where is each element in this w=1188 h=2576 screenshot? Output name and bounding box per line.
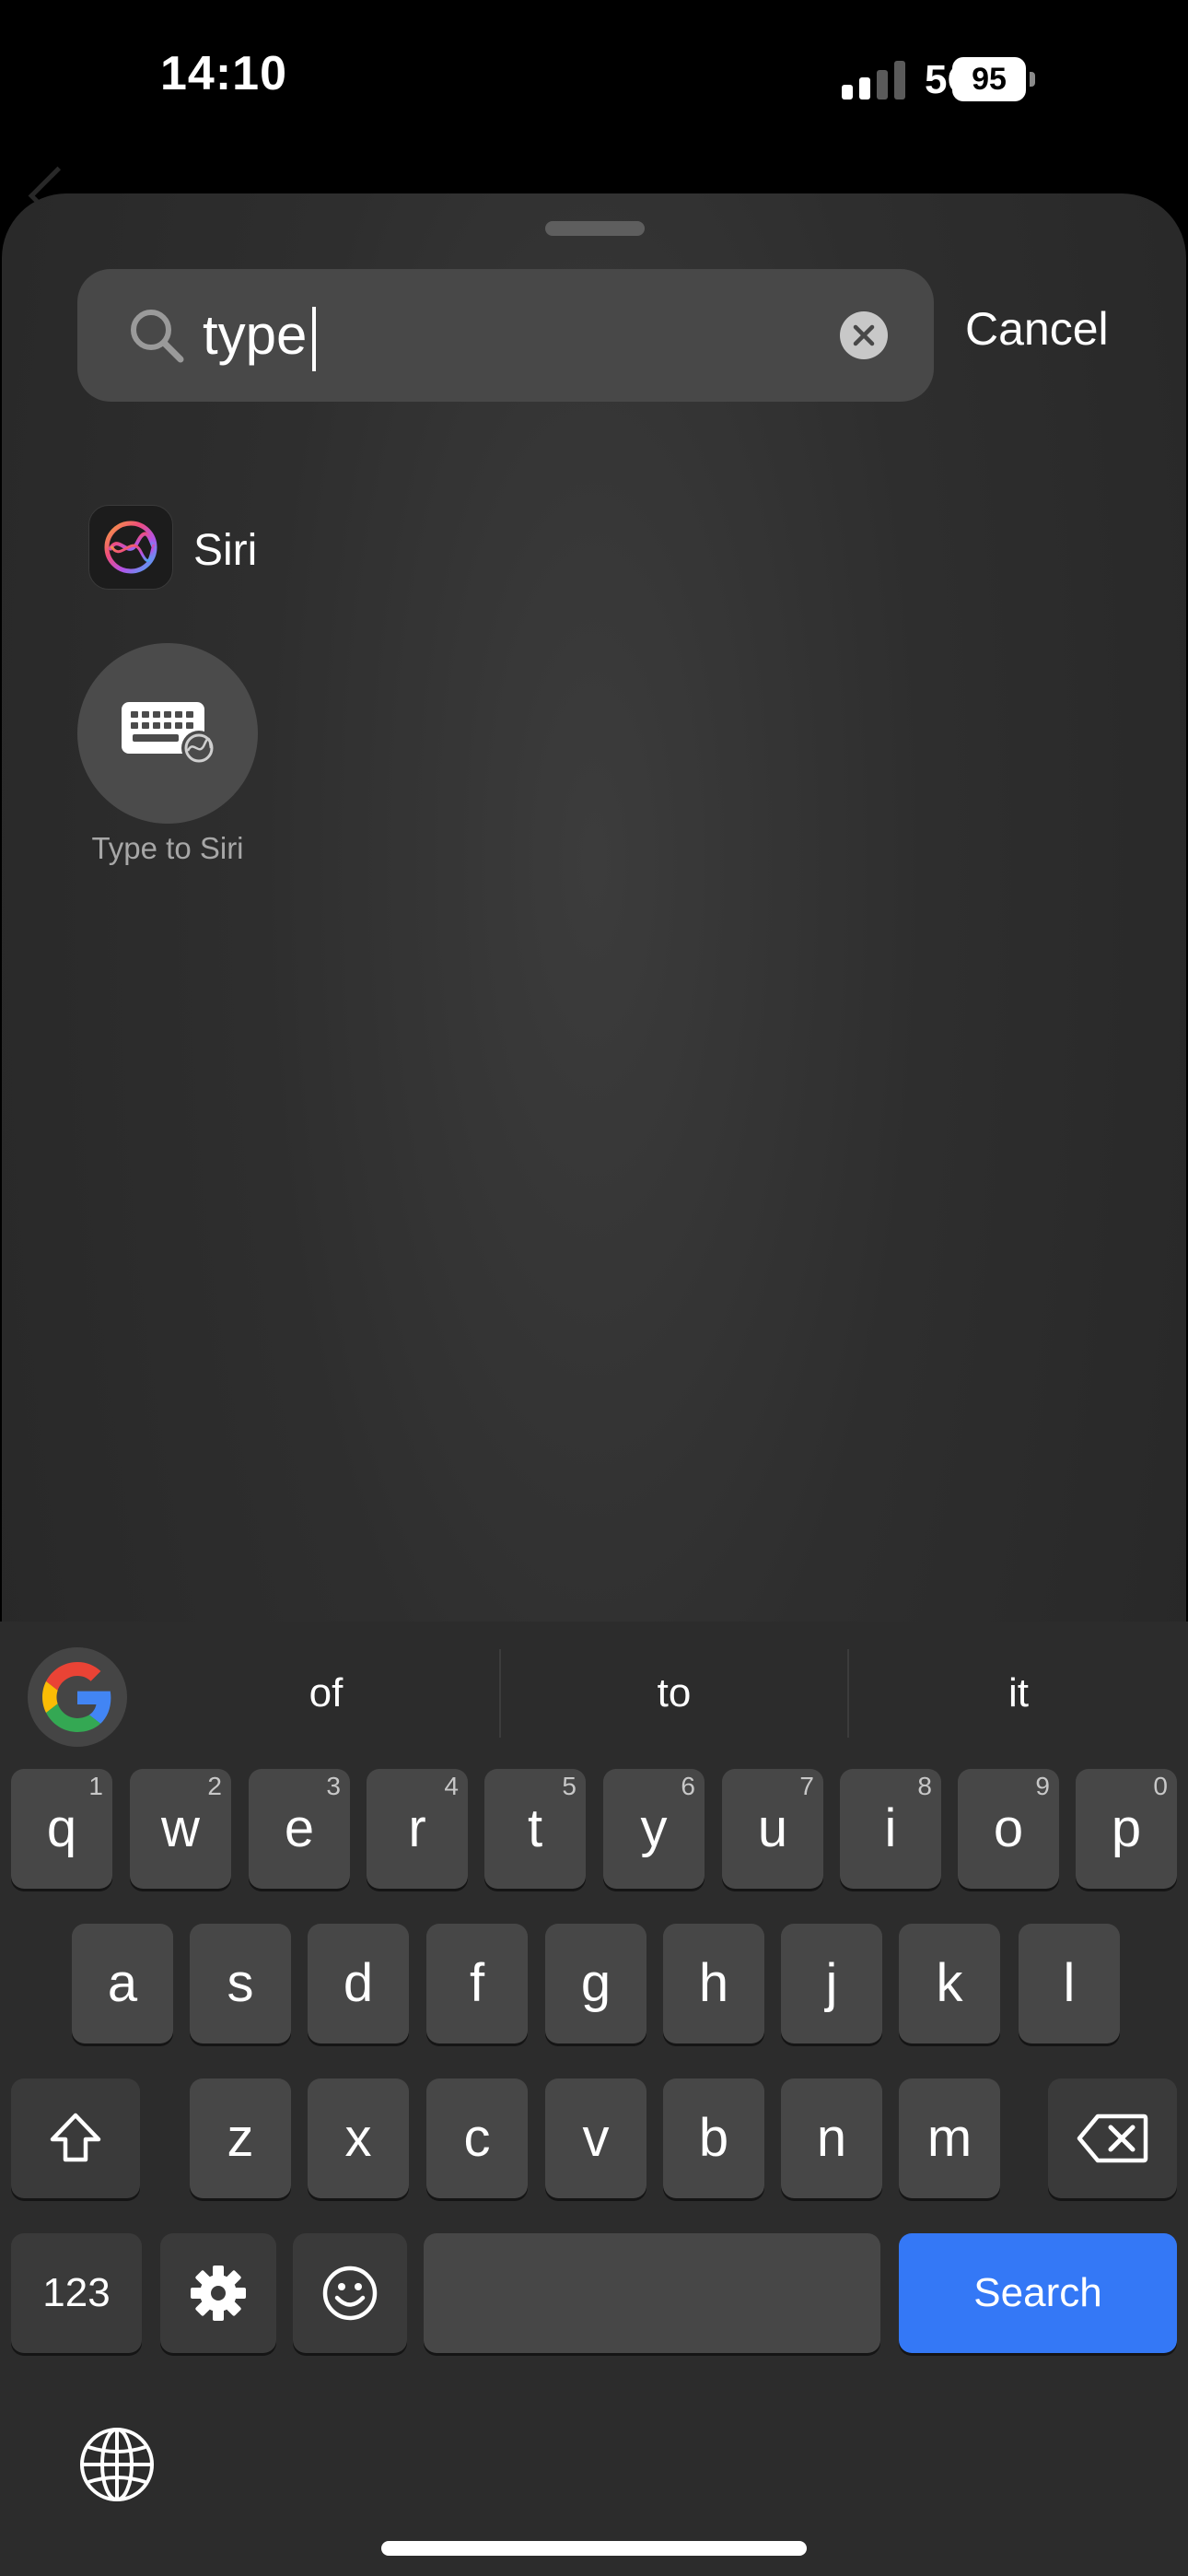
google-button[interactable] (28, 1647, 127, 1747)
key-v[interactable]: v (545, 2078, 646, 2198)
key-label: e (284, 1798, 315, 1858)
search-input[interactable]: type (203, 297, 317, 374)
suggestion-1[interactable]: of (153, 1647, 499, 1739)
key-u[interactable]: u7 (722, 1769, 823, 1889)
key-d[interactable]: d (308, 1924, 409, 2043)
key-e[interactable]: e3 (249, 1769, 350, 1889)
shortcut-type-to-siri[interactable] (77, 643, 258, 824)
key-hint: 7 (799, 1772, 814, 1800)
siri-icon (88, 505, 173, 590)
battery-level: 95 (952, 57, 1026, 101)
key-hint: 4 (444, 1772, 459, 1800)
key-s[interactable]: s (190, 1924, 291, 2043)
key-q[interactable]: q1 (11, 1769, 112, 1889)
key-g[interactable]: g (545, 1924, 646, 2043)
key-hint: 3 (326, 1772, 341, 1800)
cancel-button[interactable]: Cancel (965, 302, 1109, 356)
home-indicator (381, 2541, 807, 2556)
app-result-label: Siri (193, 526, 258, 575)
key-c[interactable]: c (426, 2078, 528, 2198)
shortcut-label: Type to Siri (91, 831, 244, 865)
globe-icon[interactable] (77, 2425, 157, 2504)
key-p[interactable]: p0 (1076, 1769, 1177, 1889)
key-h[interactable]: h (663, 1924, 764, 2043)
numbers-key[interactable]: 123 (11, 2233, 142, 2353)
emoji-key[interactable] (293, 2233, 407, 2353)
key-label: r (408, 1798, 426, 1858)
key-y[interactable]: y6 (603, 1769, 705, 1889)
key-b[interactable]: b (663, 2078, 764, 2198)
key-k[interactable]: k (899, 1924, 1000, 2043)
key-hint: 9 (1035, 1772, 1050, 1800)
key-x[interactable]: x (308, 2078, 409, 2198)
suggestion-bar: of to it (0, 1622, 1188, 1758)
search-key[interactable]: Search (899, 2233, 1177, 2353)
search-query: type (203, 304, 308, 366)
status-time: 14:10 (160, 47, 287, 100)
cellular-signal-icon (842, 61, 906, 100)
emoji-icon (322, 2266, 378, 2321)
key-j[interactable]: j (781, 1924, 882, 2043)
key-m[interactable]: m (899, 2078, 1000, 2198)
key-hint: 2 (207, 1772, 222, 1800)
key-label: i (884, 1798, 897, 1858)
search-icon (131, 310, 184, 363)
backspace-key[interactable] (1048, 2078, 1177, 2198)
sheet-grabber[interactable] (545, 221, 645, 236)
settings-key[interactable] (160, 2233, 276, 2353)
key-label: q (46, 1798, 77, 1858)
key-hint: 8 (917, 1772, 932, 1800)
suggestion-3[interactable]: it (849, 1647, 1188, 1739)
key-i[interactable]: i8 (840, 1769, 941, 1889)
key-hint: 5 (562, 1772, 577, 1800)
key-l[interactable]: l (1019, 1924, 1120, 2043)
key-label: t (527, 1798, 543, 1858)
shift-icon (50, 2113, 101, 2162)
key-label: y (640, 1798, 668, 1858)
space-bar[interactable] (424, 2233, 880, 2353)
text-caret (312, 307, 317, 372)
backspace-icon (1077, 2113, 1148, 2163)
google-icon (42, 1662, 111, 1732)
suggestion-2[interactable]: to (501, 1647, 847, 1739)
clear-search-button[interactable] (840, 311, 888, 359)
key-label: u (757, 1798, 788, 1858)
key-w[interactable]: w2 (130, 1769, 231, 1889)
keyboard: of to it q1 w2 e3 r4 t5 y6 u7 i8 o9 p0 a… (0, 1622, 1188, 2576)
key-hint: 0 (1153, 1772, 1168, 1800)
gear-icon (191, 2266, 246, 2321)
key-f[interactable]: f (426, 1924, 528, 2043)
key-label: p (1111, 1798, 1142, 1858)
close-icon (853, 324, 875, 346)
key-hint: 1 (88, 1772, 103, 1800)
search-field[interactable]: type (77, 269, 934, 402)
key-label: o (993, 1798, 1024, 1858)
keyboard-siri-icon (122, 702, 216, 766)
key-o[interactable]: o9 (958, 1769, 1059, 1889)
key-z[interactable]: z (190, 2078, 291, 2198)
key-n[interactable]: n (781, 2078, 882, 2198)
key-t[interactable]: t5 (484, 1769, 586, 1889)
key-hint: 6 (681, 1772, 695, 1800)
key-label: w (161, 1798, 200, 1858)
key-r[interactable]: r4 (367, 1769, 468, 1889)
shift-key[interactable] (11, 2078, 140, 2198)
key-a[interactable]: a (72, 1924, 173, 2043)
status-bar: 14:10 5G 95 (0, 0, 1188, 157)
